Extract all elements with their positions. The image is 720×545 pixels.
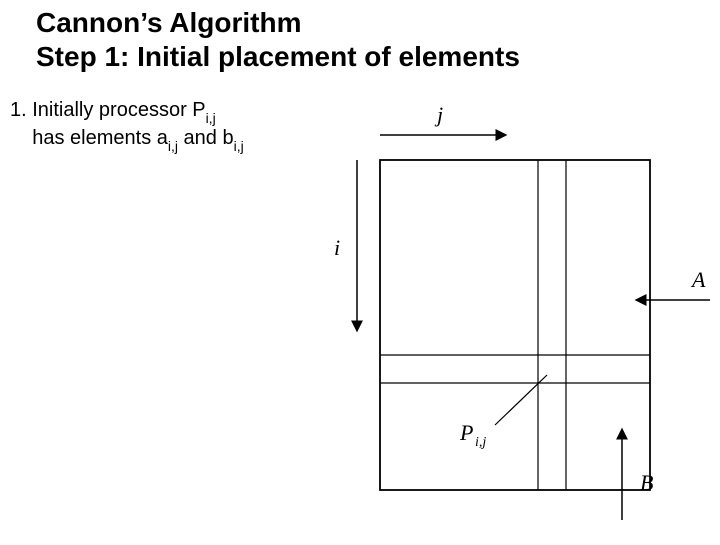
a-label: A bbox=[690, 267, 706, 292]
body-line2-mid: and b bbox=[178, 127, 234, 149]
body-line2-sub1: i,j bbox=[168, 138, 178, 154]
body-line2-pre: has elements a bbox=[32, 127, 168, 149]
body-line1-sub: i,j bbox=[206, 110, 216, 126]
i-label: i bbox=[334, 235, 340, 260]
j-label: j bbox=[434, 102, 443, 127]
placement-diagram: j i A B P i,j bbox=[340, 100, 720, 540]
body-line1-pre: 1. Initially processor P bbox=[10, 99, 206, 121]
title-line-1: Cannon’s Algorithm bbox=[36, 7, 301, 38]
grid-outer bbox=[380, 160, 650, 490]
b-label: B bbox=[640, 470, 653, 495]
slide-title: Cannon’s Algorithm Step 1: Initial place… bbox=[36, 6, 520, 73]
body-line2-sub2: i,j bbox=[234, 138, 244, 154]
p-label: P bbox=[459, 420, 473, 445]
p-label-sub: i,j bbox=[475, 435, 486, 450]
step-description: 1. Initially processor Pi,j has elements… bbox=[10, 98, 244, 153]
title-line-2: Step 1: Initial placement of elements bbox=[36, 41, 520, 72]
